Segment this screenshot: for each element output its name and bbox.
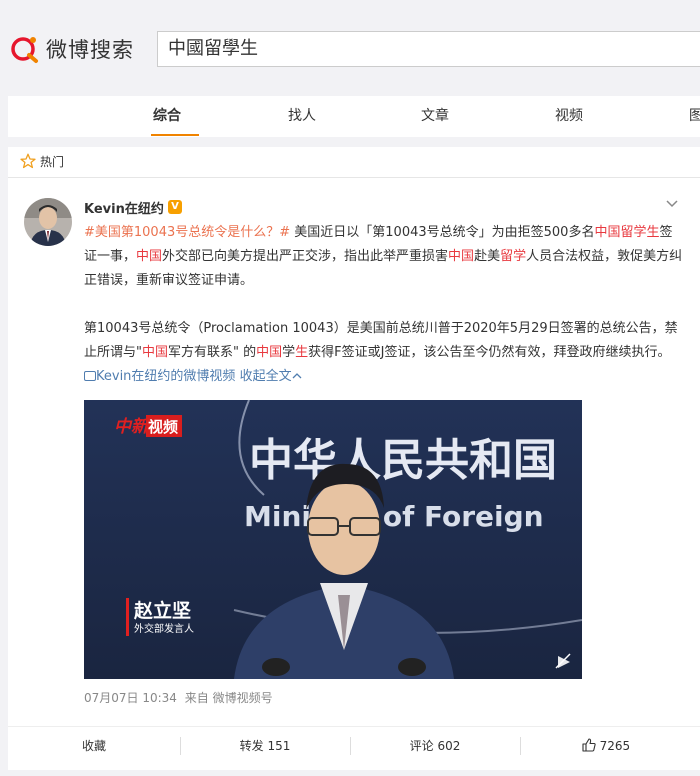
video-bg-text-en: Ministry of Foreign [244,500,544,533]
post-source: 来自 微博视频号 [184,691,273,705]
search-input[interactable]: 中國留學生 [157,31,700,67]
chevron-down-icon[interactable] [665,196,679,210]
text-segment: 军方有联系" 的 [168,345,257,360]
like-count: 7265 [599,739,631,753]
tab-videos[interactable]: 视频 [555,96,583,137]
video-link-label: Kevin在纽约的微博视频 [96,369,236,384]
collapse-text-link[interactable]: 收起全文 [240,369,302,384]
header: 微博搜索 中國留學生 [0,0,700,90]
logo-text: 微博搜索 [46,38,134,62]
post-actions-bar: 收藏 转发 151 评论 602 7265 [8,726,700,765]
keyword-highlight: 中国 [448,249,475,264]
video-player[interactable]: 中华人民共和国 Ministry of Foreign 中新 视频 赵立坚 外交… [84,400,582,679]
hot-section-header: 热门 [8,147,700,178]
weibo-post-card: Kevin在纽约 V #美国第10043号总统令是什么？# 美国近日以「第100… [8,178,700,770]
username[interactable]: Kevin在纽约 [84,198,164,217]
paragraph-spacer [84,293,684,317]
text-segment: 赴美 [474,249,501,264]
weibo-logo-icon [11,37,38,63]
verified-badge: V [168,200,182,214]
text-segment: 外交部已向美方提出严正交涉，指出此举严重损害 [162,249,449,264]
keyword-highlight: 中国 [136,249,163,264]
hashtag-link[interactable]: #美国第10043号总统令是什么？# [84,225,290,240]
keyword-highlight: 中国 [256,345,283,360]
video-watermark-prefix: 中新 [114,417,151,437]
active-tab-indicator [151,134,199,136]
collect-button[interactable]: 收藏 [8,727,180,765]
text-segment: 获得F签证或J签证，该公告至今仍然有效，拜登政府继续执行。 [308,345,671,360]
chevron-up-icon [292,373,302,379]
video-watermark: 视频 [148,418,178,436]
like-button[interactable]: 7265 [520,727,692,765]
weibo-search-logo[interactable]: 微博搜索 [10,34,134,64]
comment-button[interactable]: 评论 602 [350,727,520,765]
post-meta: 07月07日 10:34 来自 微博视频号 [84,689,273,706]
hot-label: 热门 [40,155,65,169]
keyword-highlight: 生 [295,345,309,360]
collapse-text-label: 收起全文 [239,369,292,384]
avatar[interactable] [24,198,72,246]
tab-articles[interactable]: 文章 [421,96,449,137]
post-paragraph-2: 第10043号总统令（Proclamation 10043）是美国前总统川普于2… [84,317,684,389]
keyword-highlight: 中国 [141,345,168,360]
video-bg-text-cn: 中华人民共和国 [249,435,557,486]
tab-comprehensive[interactable]: 综合 [153,96,181,137]
search-tabs: 综合 找人 文章 视频 图 [8,96,700,137]
star-icon [20,153,36,169]
video-link-icon [84,371,96,381]
video-link[interactable]: Kevin在纽约的微博视频 [84,369,235,384]
tab-users[interactable]: 找人 [288,96,316,137]
video-caption-title: 外交部发言人 [134,622,194,635]
text-segment: 美国近日以「第10043号总统令」为由拒签500多名 [290,225,595,240]
post-time[interactable]: 07月07日 10:34 [84,691,177,705]
keyword-highlight: 中国留学生 [594,225,660,240]
video-frame: 中华人民共和国 Ministry of Foreign 中新 视频 赵立坚 外交… [84,400,582,679]
video-caption-name: 赵立坚 [133,599,191,622]
keyword-highlight: 留学 [500,249,527,264]
avatar-image [24,198,72,246]
post-text: #美国第10043号总统令是什么？# 美国近日以「第10043号总统令」为由拒签… [84,221,684,389]
post-paragraph-1: #美国第10043号总统令是什么？# 美国近日以「第10043号总统令」为由拒签… [84,221,684,293]
repost-button[interactable]: 转发 151 [180,727,350,765]
thumbs-up-icon [582,738,596,752]
tab-images[interactable]: 图 [689,96,700,137]
text-segment: 学 [282,345,296,360]
